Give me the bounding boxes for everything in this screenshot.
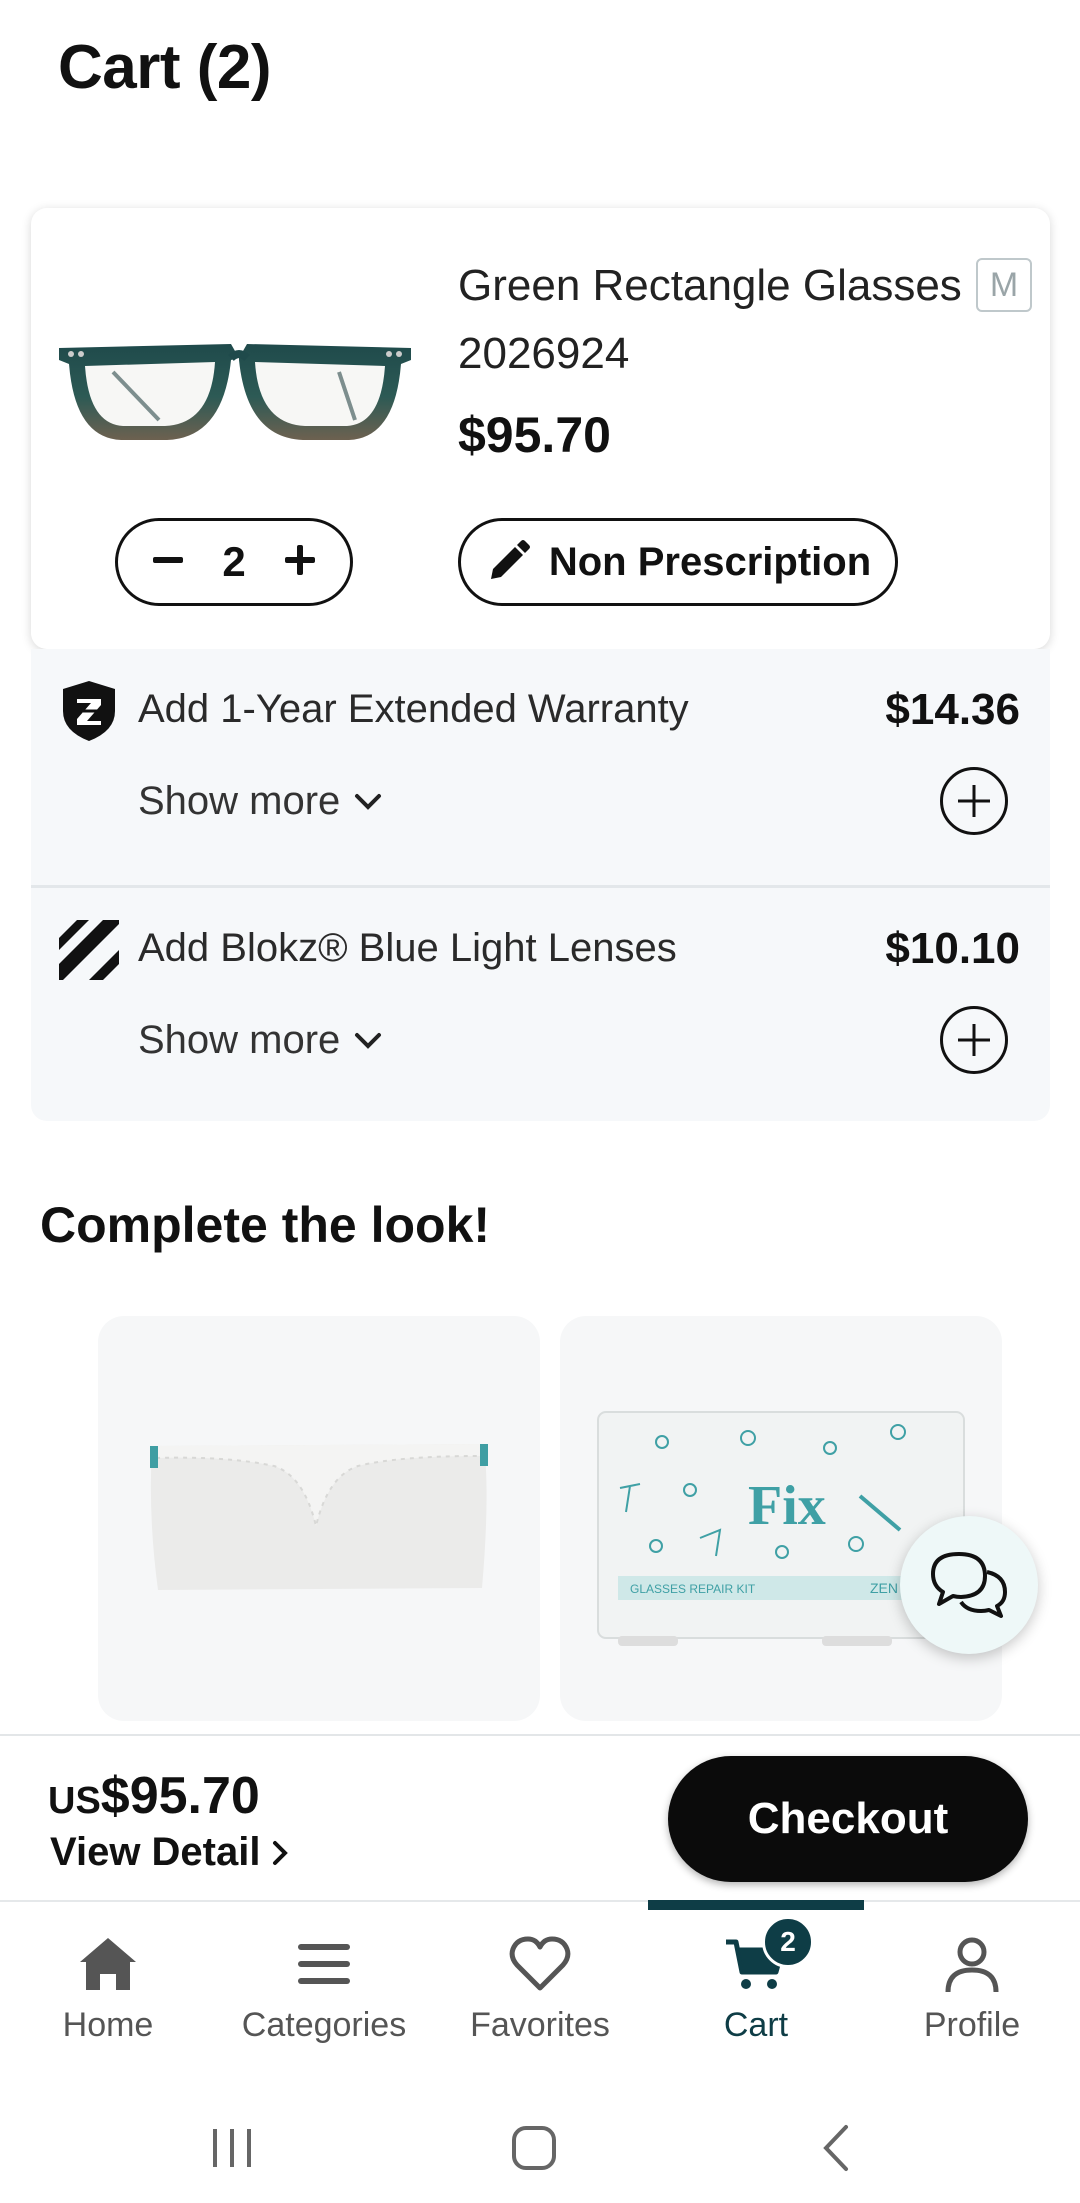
repair-kit-brand: ZEN — [870, 1580, 898, 1596]
chat-button[interactable] — [900, 1516, 1038, 1654]
recommendation-glasses-case[interactable] — [98, 1316, 540, 1721]
home-icon — [80, 1938, 136, 1990]
tab-profile[interactable]: Profile — [864, 1902, 1080, 2090]
prescription-label: Non Prescription — [548, 539, 872, 584]
addon-label: Add Blokz® Blue Light Lenses — [138, 926, 677, 970]
currency-prefix: US — [48, 1780, 101, 1822]
section-title: Complete the look! — [40, 1197, 491, 1253]
order-total: US$95.70 — [48, 1766, 260, 1826]
shield-z-icon — [63, 681, 115, 741]
addon-label: Add 1-Year Extended Warranty — [138, 687, 689, 731]
blokz-stripes-icon — [59, 920, 119, 980]
addon-warranty: Add 1-Year Extended Warranty $14.36 Show… — [31, 649, 1050, 885]
tab-label: Cart — [723, 2006, 789, 2044]
back-button[interactable] — [796, 2108, 876, 2188]
addon-blue-light: Add Blokz® Blue Light Lenses $10.10 Show… — [31, 885, 1050, 1121]
home-system-button[interactable] — [494, 2108, 574, 2188]
product-image-glasses[interactable] — [55, 320, 415, 470]
checkout-button[interactable]: Checkout — [668, 1756, 1028, 1882]
show-more-label: Show more — [138, 1018, 341, 1062]
show-more-button[interactable]: Show more — [138, 1018, 382, 1063]
repair-kit-image: Fix GLASSES REPAIR KIT ZEN — [597, 1411, 965, 1646]
chevron-right-icon — [273, 1840, 289, 1865]
tab-label: Home — [62, 2006, 154, 2044]
cart-icon-wrapper: 2 — [724, 1916, 814, 1996]
chat-bubbles-icon — [931, 1552, 1007, 1618]
increase-quantity-button[interactable] — [280, 538, 320, 586]
add-warranty-button[interactable] — [940, 767, 1008, 835]
chevron-down-icon — [355, 1032, 382, 1049]
plus-icon — [284, 545, 315, 575]
tab-home[interactable]: Home — [0, 1902, 216, 2090]
page-title: Cart (2) — [58, 33, 272, 102]
cart-count-badge: 2 — [762, 1916, 814, 1968]
view-detail-label: View Detail — [50, 1830, 261, 1874]
tab-label: Categories — [241, 2006, 407, 2044]
back-chevron-icon — [823, 2125, 848, 2171]
show-more-button[interactable]: Show more — [138, 779, 382, 824]
repair-kit-subtitle: GLASSES REPAIR KIT — [630, 1582, 756, 1596]
menu-icon — [298, 1944, 350, 1984]
repair-kit-title: Fix — [748, 1475, 826, 1537]
tab-label: Favorites — [470, 2006, 610, 2044]
total-amount: $95.70 — [100, 1767, 260, 1825]
prescription-button[interactable]: Non Prescription — [458, 518, 898, 606]
show-more-label: Show more — [138, 779, 341, 823]
user-icon — [945, 1937, 999, 1993]
bottom-tab-bar: Home Categories Favorites 2 Cart Profile — [0, 1900, 1080, 2088]
glasses-case-image — [150, 1444, 488, 1590]
recent-apps-button[interactable] — [192, 2108, 272, 2188]
recommendation-repair-kit[interactable]: Fix GLASSES REPAIR KIT ZEN — [560, 1316, 1002, 1721]
home-square-icon — [512, 2126, 556, 2170]
order-summary-bar: US$95.70 View Detail Checkout — [0, 1734, 1080, 1900]
tab-cart[interactable]: 2 Cart — [648, 1900, 864, 2090]
pencil-icon — [490, 540, 530, 579]
addon-price: $14.36 — [885, 685, 1020, 734]
quantity-value: 2 — [222, 538, 246, 585]
minus-icon — [153, 557, 183, 563]
decrease-quantity-button[interactable] — [148, 538, 188, 586]
system-navigation-bar — [0, 2088, 1080, 2203]
product-price: $95.70 — [458, 407, 611, 463]
chevron-down-icon — [355, 793, 382, 810]
addon-price: $10.10 — [885, 924, 1020, 973]
heart-icon — [509, 1936, 571, 1991]
tab-favorites[interactable]: Favorites — [432, 1902, 648, 2090]
size-badge: M — [976, 258, 1032, 312]
add-blue-light-button[interactable] — [940, 1006, 1008, 1074]
cart-item-card: Green Rectangle Glasses 2026924 M $95.70… — [31, 208, 1050, 649]
view-detail-link[interactable]: View Detail — [50, 1830, 290, 1875]
tab-label: Profile — [923, 2006, 1021, 2044]
product-name[interactable]: Green Rectangle Glasses 2026924 — [458, 252, 978, 388]
plus-icon — [958, 785, 990, 817]
quantity-stepper: 2 — [115, 518, 353, 606]
addons-panel: Add 1-Year Extended Warranty $14.36 Show… — [31, 649, 1050, 1121]
plus-icon — [958, 1024, 990, 1056]
tab-categories[interactable]: Categories — [216, 1902, 432, 2090]
recent-apps-icon — [213, 2129, 251, 2167]
